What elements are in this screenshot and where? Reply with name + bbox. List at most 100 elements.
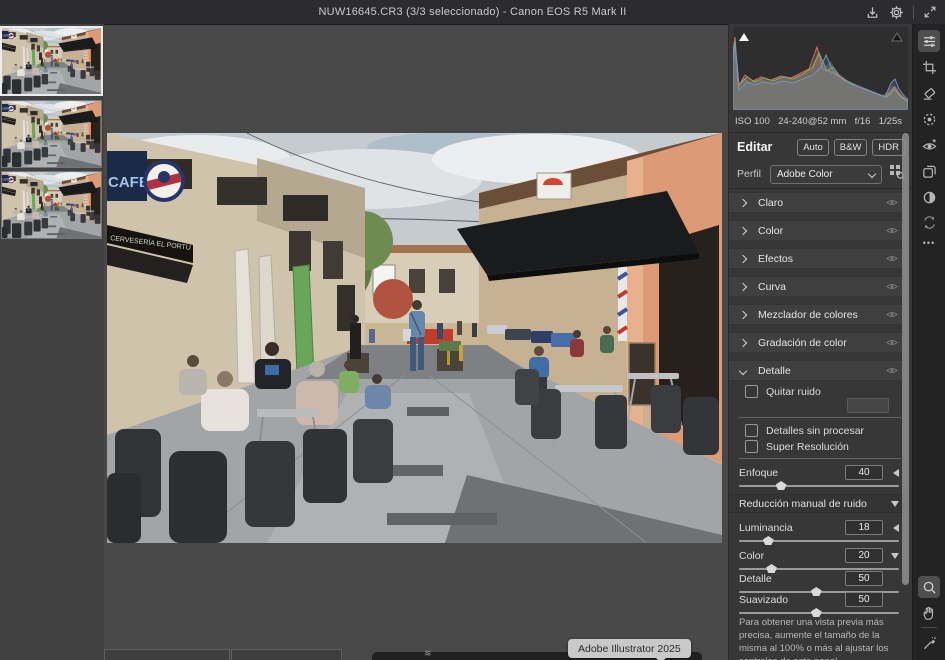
hdr-button[interactable]: HDR [872,139,905,156]
camera-raw-window: CAFE CERVESERÍA EL PORTU [0,0,945,660]
red-eye-tool-icon[interactable] [918,134,940,156]
window-title: NUW16645.CR3 (3/3 seleccionado) - Canon … [319,6,627,18]
luminancia-slider[interactable] [739,536,899,546]
exif-aperture: f/16 [855,116,871,127]
histogram[interactable] [733,27,908,110]
snapshots-icon[interactable] [918,186,940,208]
titlebar: NUW16645.CR3 (3/3 seleccionado) - Canon … [0,0,945,25]
exif-shutter: 1/25s [879,116,902,127]
thumbnail-2[interactable] [1,100,102,168]
luminancia-value[interactable]: 18 [845,520,883,535]
super-resolucion-row[interactable]: Super Resolución [745,440,849,453]
section-efectos[interactable]: Efectos [729,248,909,269]
filmstrip [0,24,104,660]
chevron-down-icon [739,366,747,374]
thumbnail-3[interactable] [1,171,102,239]
dock-segment[interactable] [231,649,342,660]
dock-app-icon[interactable]: ≋ [424,648,432,659]
dock-tooltip: Adobe Illustrator 2025 [568,639,691,658]
highlight-clipping-icon[interactable] [890,30,904,42]
eye-icon[interactable] [886,254,898,263]
panel-scrollbar[interactable] [902,133,909,585]
dock-segment[interactable] [104,649,230,660]
detalle-value[interactable]: 50 [845,571,883,586]
fullscreen-icon[interactable] [923,5,937,19]
chevron-right-icon [739,338,747,346]
export-icon[interactable] [865,5,880,20]
profile-value: Adobe Color [777,169,869,180]
tool-rail: ••• [912,24,945,660]
main-photo-canvas[interactable] [107,133,722,543]
enfoque-slider-thumb[interactable] [776,481,787,490]
chevron-right-icon [739,198,747,206]
divider [739,458,901,459]
dock-tooltip-text: Adobe Illustrator 2025 [578,643,681,655]
quitar-ruido-checkbox[interactable] [745,385,758,398]
section-claro[interactable]: Claro [729,192,909,213]
masking-tool-icon[interactable] [918,108,940,130]
color-label: Color [739,550,845,562]
section-color[interactable]: Color [729,220,909,241]
eye-icon[interactable] [886,282,898,291]
eye-icon[interactable] [886,310,898,319]
detalles-sin-procesar-checkbox[interactable] [745,424,758,437]
profile-select[interactable]: Adobe Color [770,165,882,184]
hand-tool-icon[interactable] [918,602,940,624]
luminancia-slider-thumb[interactable] [763,536,774,545]
chevron-right-icon [739,310,747,318]
section-label: Claro [758,197,886,209]
eye-icon[interactable] [886,366,898,375]
preview-note: Para obtener una vista previa más precis… [739,616,901,660]
eye-icon[interactable] [886,226,898,235]
exif-info: ISO 100 24-240@52 mm f/16 1/25s [735,112,902,130]
more-tools-icon[interactable]: ••• [918,236,940,250]
suavizado-row: Suavizado 50 [729,592,909,607]
denoise-amount-box [847,398,889,413]
section-label: Efectos [758,253,886,265]
collapse-down-icon [891,501,899,507]
sampler-tool-icon[interactable] [918,632,940,654]
enfoque-value[interactable]: 40 [845,465,883,480]
collapse-left-icon[interactable] [893,469,899,477]
section-mezclador[interactable]: Mezclador de colores [729,304,909,325]
collapse-down-icon[interactable] [891,553,899,559]
detalle-row: Detalle 50 [729,571,909,586]
detalles-sin-procesar-row[interactable]: Detalles sin procesar [745,424,864,437]
reduccion-manual-header[interactable]: Reducción manual de ruido [729,494,909,513]
edit-tool-icon[interactable] [918,30,940,52]
thumbnail-1-selected[interactable] [0,26,103,96]
edit-panel: ISO 100 24-240@52 mm f/16 1/25s Editar A… [728,24,912,660]
bw-button[interactable]: B&W [834,139,868,156]
crop-tool-icon[interactable] [918,56,940,78]
collapse-left-icon[interactable] [893,524,899,532]
color-value[interactable]: 20 [845,548,883,563]
quitar-ruido-row[interactable]: Quitar ruido [745,385,821,398]
section-label: Mezclador de colores [758,309,886,321]
divider [729,188,913,189]
eye-icon[interactable] [886,338,898,347]
healing-tool-icon[interactable] [918,82,940,104]
reduccion-manual-label: Reducción manual de ruido [739,498,891,510]
section-gradacion[interactable]: Gradación de color [729,332,909,353]
presets-icon[interactable] [918,160,940,182]
chevron-right-icon [739,254,747,262]
super-resolucion-checkbox[interactable] [745,440,758,453]
enfoque-slider[interactable] [739,481,899,491]
luminancia-label: Luminancia [739,522,845,534]
chevron-right-icon [739,226,747,234]
quitar-ruido-label: Quitar ruido [766,386,821,398]
profile-label: Perfil [737,168,761,180]
section-label: Color [758,225,886,237]
zoom-tool-icon[interactable] [918,576,940,598]
section-curva[interactable]: Curva [729,276,909,297]
detalle-label: Detalle [739,573,845,585]
suavizado-value[interactable]: 50 [845,592,883,607]
sync-icon[interactable] [918,211,940,233]
detalles-sin-procesar-label: Detalles sin procesar [766,425,864,437]
eye-icon[interactable] [886,198,898,207]
auto-button[interactable]: Auto [797,139,829,156]
gear-icon[interactable] [889,5,904,20]
section-detalle[interactable]: Detalle [729,360,909,381]
chevron-down-icon [868,170,876,178]
shadow-clipping-icon[interactable] [737,30,751,42]
